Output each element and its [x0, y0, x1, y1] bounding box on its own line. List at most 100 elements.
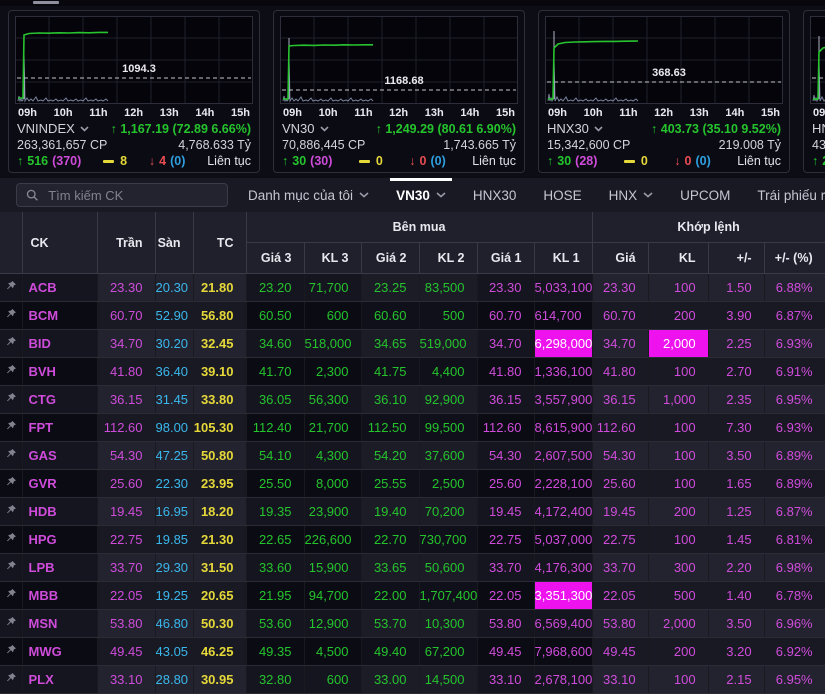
ticker-cell[interactable]: MWG: [22, 638, 97, 666]
table-row[interactable]: GAS54.3047.2550.8054.104,30054.2037,6005…: [0, 442, 825, 470]
pin-cell[interactable]: [0, 638, 22, 666]
pin-icon[interactable]: [5, 364, 17, 376]
pin-icon[interactable]: [5, 644, 17, 656]
ticker-cell[interactable]: MSN: [22, 610, 97, 638]
index-name-dropdown[interactable]: VN30: [282, 121, 329, 137]
pin-icon[interactable]: [5, 336, 17, 348]
pin-cell[interactable]: [0, 582, 22, 610]
pin-icon[interactable]: [5, 392, 17, 404]
pin-cell[interactable]: [0, 554, 22, 582]
ticker-cell[interactable]: ACB: [22, 274, 97, 302]
pin-cell[interactable]: [0, 498, 22, 526]
table-row[interactable]: BCM60.7052.9056.8060.5060060.6050060.706…: [0, 302, 825, 330]
nav-tab-4[interactable]: HNX: [609, 178, 654, 212]
nav-tab-6[interactable]: Trái phiếu riêng lẻ: [757, 178, 825, 212]
ticker-cell[interactable]: PLX: [22, 666, 97, 694]
nav-tab-5[interactable]: UPCOM: [680, 178, 730, 212]
column-header-change[interactable]: +/-: [708, 243, 764, 274]
pin-cell[interactable]: [0, 358, 22, 386]
pin-icon[interactable]: [5, 532, 17, 544]
index-card-hnx30[interactable]: 368.63 09h10h11h12h13h14h15h HNX30 ↑ 403…: [538, 10, 790, 173]
vnindex-time-axis: 09h10h11h12h13h14h15h: [15, 104, 253, 121]
table-row[interactable]: PLX33.1028.8030.9532.8060033.0014,50033.…: [0, 666, 825, 694]
pin-cell[interactable]: [0, 330, 22, 358]
pin-icon[interactable]: [5, 280, 17, 292]
ticker-cell[interactable]: GAS: [22, 442, 97, 470]
ticker-cell[interactable]: HPG: [22, 526, 97, 554]
pin-icon[interactable]: [5, 308, 17, 320]
column-header-tc[interactable]: TC: [193, 212, 246, 274]
ticker-cell[interactable]: GVR: [22, 470, 97, 498]
pin-icon[interactable]: [5, 560, 17, 572]
column-header-gia[interactable]: Giá: [592, 243, 648, 274]
ticker-cell[interactable]: BID: [22, 330, 97, 358]
column-header-kl3[interactable]: KL 3: [304, 243, 361, 274]
table-row[interactable]: FPT112.6098.00105.30112.4021,700112.5099…: [0, 414, 825, 442]
nav-tab-0[interactable]: Danh mục của tôi: [248, 178, 369, 212]
table-row[interactable]: HDB19.4516.9518.2019.3523,90019.4070,200…: [0, 498, 825, 526]
pin-icon[interactable]: [5, 588, 17, 600]
ticker-cell[interactable]: BVH: [22, 358, 97, 386]
table-row[interactable]: MSN53.8046.8050.3053.6012,90053.7010,300…: [0, 610, 825, 638]
search-input[interactable]: [46, 187, 218, 204]
table-row[interactable]: BID34.7030.2032.4534.60518,00034.65519,0…: [0, 330, 825, 358]
column-header-kl2[interactable]: KL 2: [419, 243, 477, 274]
pin-cell[interactable]: [0, 274, 22, 302]
column-header-san[interactable]: Sàn: [155, 212, 193, 274]
table-row[interactable]: LPB33.7029.3031.5033.6015,90033.6550,600…: [0, 554, 825, 582]
value-cell: 54.20: [361, 442, 419, 470]
index-name-dropdown[interactable]: HNX: [812, 121, 825, 137]
nav-tab-1[interactable]: VN30: [396, 178, 446, 212]
pin-icon[interactable]: [5, 504, 17, 516]
index-card-hnx[interactable]: 09h10h11h12h13h14h15h HNX 43,7 ↑20: [803, 10, 825, 173]
table-row[interactable]: GVR25.6022.3023.9525.508,00025.552,50025…: [0, 470, 825, 498]
column-header-tran[interactable]: Trần: [97, 212, 155, 274]
value-cell: 28.80: [155, 666, 193, 694]
table-row[interactable]: MWG49.4543.0546.2549.354,50049.4067,2004…: [0, 638, 825, 666]
value-cell: 8,000: [304, 470, 361, 498]
pin-cell[interactable]: [0, 526, 22, 554]
pin-cell[interactable]: [0, 470, 22, 498]
pin-cell[interactable]: [0, 414, 22, 442]
ticker-cell[interactable]: LPB: [22, 554, 97, 582]
value-cell: 41.80: [97, 358, 155, 386]
table-row[interactable]: ACB23.3020.3021.8023.2071,70023.2583,500…: [0, 274, 825, 302]
index-name-dropdown[interactable]: HNX30: [547, 121, 603, 137]
vnindex-sparkline-chart: 1094.3: [15, 16, 253, 104]
stock-search-box[interactable]: [16, 183, 228, 207]
column-header-ck[interactable]: CK: [22, 212, 97, 274]
ticker-cell[interactable]: MBB: [22, 582, 97, 610]
index-name-dropdown[interactable]: VNINDEX: [17, 121, 89, 137]
table-row[interactable]: BVH41.8036.4039.1041.702,30041.754,40041…: [0, 358, 825, 386]
column-header-kl[interactable]: KL: [648, 243, 708, 274]
pin-icon[interactable]: [5, 616, 17, 628]
column-header-gia2[interactable]: Giá 2: [361, 243, 419, 274]
column-header-gia3[interactable]: Giá 3: [246, 243, 304, 274]
ticker-cell[interactable]: CTG: [22, 386, 97, 414]
table-row[interactable]: HPG22.7519.8521.3022.65226,60022.70730,7…: [0, 526, 825, 554]
index-card-vnindex[interactable]: 1094.3 09h10h11h12h13h14h15h VNINDEX ↑ 1…: [8, 10, 260, 173]
value-cell: 53.60: [246, 610, 304, 638]
nav-tab-3[interactable]: HOSE: [543, 178, 581, 212]
table-row[interactable]: CTG36.1531.4533.8036.0556,30036.1092,900…: [0, 386, 825, 414]
column-header-change-pct[interactable]: +/- (%): [764, 243, 825, 274]
table-row[interactable]: MBB22.0519.2520.6521.9594,70022.001,707,…: [0, 582, 825, 610]
pin-cell[interactable]: [0, 666, 22, 694]
index-card-vn30[interactable]: 1168.68 09h10h11h12h13h14h15h VN30 ↑ 1,2…: [273, 10, 525, 173]
pin-cell[interactable]: [0, 386, 22, 414]
ticker-cell[interactable]: BCM: [22, 302, 97, 330]
pin-cell[interactable]: [0, 442, 22, 470]
pin-icon[interactable]: [5, 420, 17, 432]
pin-icon[interactable]: [5, 476, 17, 488]
column-header-kl1[interactable]: KL 1: [534, 243, 592, 274]
axis-tick: 09h: [548, 107, 567, 119]
pin-cell[interactable]: [0, 302, 22, 330]
column-header-gia1[interactable]: Giá 1: [477, 243, 534, 274]
pin-icon[interactable]: [5, 672, 17, 684]
pin-icon[interactable]: [5, 448, 17, 460]
value-cell: 6.92%: [764, 638, 825, 666]
ticker-cell[interactable]: HDB: [22, 498, 97, 526]
pin-cell[interactable]: [0, 610, 22, 638]
ticker-cell[interactable]: FPT: [22, 414, 97, 442]
nav-tab-2[interactable]: HNX30: [473, 178, 517, 212]
